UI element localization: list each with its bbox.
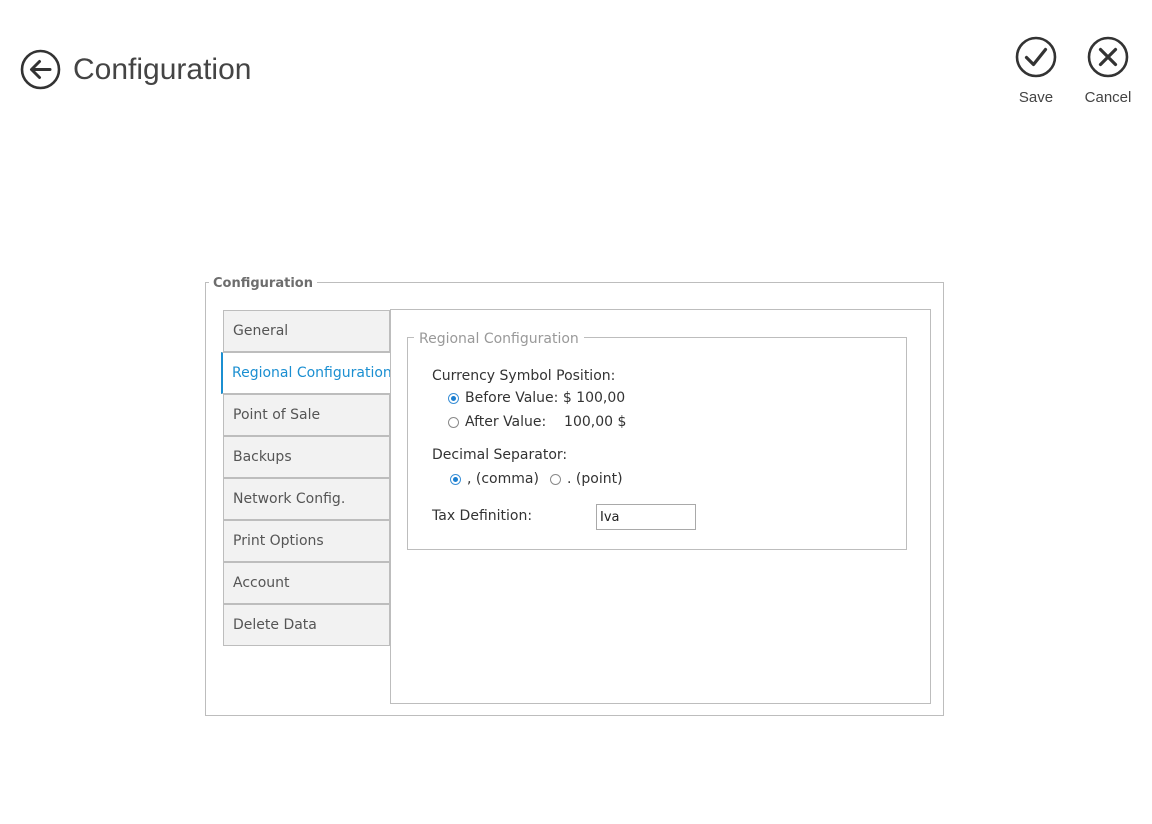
currency-before-radio[interactable]: [448, 393, 459, 404]
back-button[interactable]: [20, 49, 61, 90]
tax-definition-label: Tax Definition:: [432, 508, 533, 524]
decimal-separator-label: Decimal Separator:: [432, 447, 568, 463]
cancel-label: Cancel: [1084, 89, 1132, 106]
page-title: Configuration: [73, 53, 252, 86]
tab-account[interactable]: Account: [223, 562, 390, 604]
tab-delete-data[interactable]: Delete Data: [223, 604, 390, 646]
cancel-button[interactable]: Cancel: [1076, 36, 1140, 106]
decimal-comma-label[interactable]: , (comma): [467, 471, 539, 487]
tab-regional-configuration[interactable]: Regional Configuration: [221, 352, 392, 394]
tab-point-of-sale[interactable]: Point of Sale: [223, 394, 390, 436]
regional-configuration-legend: Regional Configuration: [414, 331, 584, 347]
currency-position-label: Currency Symbol Position:: [432, 368, 616, 384]
save-button[interactable]: Save: [1004, 36, 1068, 106]
tab-backups[interactable]: Backups: [223, 436, 390, 478]
save-label: Save: [1018, 89, 1054, 106]
decimal-point-label[interactable]: . (point): [567, 471, 623, 487]
decimal-point-radio[interactable]: [550, 474, 561, 485]
back-arrow-icon: [20, 49, 61, 90]
tab-print-options[interactable]: Print Options: [223, 520, 390, 562]
checkmark-icon: [1015, 36, 1057, 78]
currency-before-label[interactable]: Before Value: $ 100,00: [465, 390, 625, 406]
currency-after-label[interactable]: After Value: 100,00 $: [465, 414, 626, 430]
configuration-group-legend: Configuration: [209, 276, 317, 291]
currency-after-radio[interactable]: [448, 417, 459, 428]
tab-general[interactable]: General: [223, 310, 390, 352]
decimal-comma-radio[interactable]: [450, 474, 461, 485]
tab-network-config[interactable]: Network Config.: [223, 478, 390, 520]
tax-definition-input[interactable]: [596, 504, 696, 530]
close-icon: [1087, 36, 1129, 78]
